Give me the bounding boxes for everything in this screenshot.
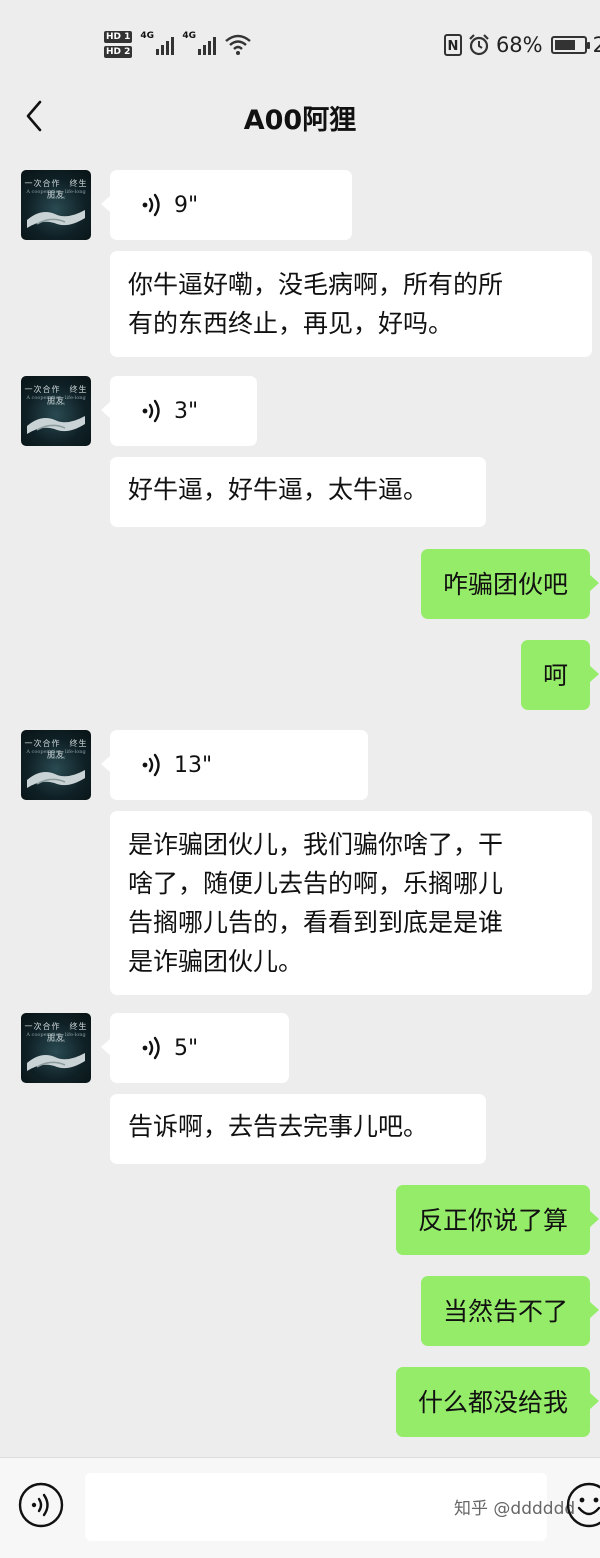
battery-percent: 68% — [495, 33, 543, 57]
my-text-message[interactable]: 当然告不了 — [420, 1276, 600, 1346]
status-right: N 68% 2 — [443, 30, 600, 60]
signal-icon-2: 4G — [182, 31, 217, 57]
voice-wave-icon — [142, 193, 160, 217]
voice-wave-icon — [142, 753, 160, 777]
contact-avatar[interactable]: 一次合作 终生朋友 A cooperation, life-long frien… — [21, 1013, 91, 1083]
message-line: 告诉啊，去告去完事儿吧。 — [128, 1112, 429, 1141]
message-line: 是诈骗团伙儿，我们骗你啥了，干 — [128, 830, 504, 859]
voice-duration: 13" — [174, 752, 213, 778]
my-text-message[interactable]: 咋骗团伙吧 — [420, 549, 600, 619]
clock: 2 — [592, 33, 600, 57]
text-message[interactable]: 好牛逼，好牛逼，太牛逼。 — [110, 457, 486, 527]
signal-icon: 4G — [140, 31, 175, 57]
my-text-message[interactable]: 呵 — [520, 640, 600, 710]
nfc-icon: N — [443, 34, 462, 56]
message-line: 啥了，随便儿去告的啊，乐搁哪儿 — [128, 869, 504, 898]
message-line: 是诈骗团伙儿。 — [128, 947, 304, 976]
input-bar: 知乎 @dddddd — [0, 1457, 600, 1558]
voice-toggle-icon[interactable] — [18, 1482, 64, 1528]
voice-message[interactable]: 13" — [101, 730, 368, 800]
voice-duration: 3" — [174, 398, 199, 424]
sim-indicators: HD 1 HD 2 — [104, 30, 133, 58]
alarm-icon — [469, 34, 489, 56]
text-message[interactable]: 你牛逼好嘞，没毛病啊，所有的所 有的东西终止，再见，好吗。 — [110, 251, 592, 357]
my-text-message[interactable]: 什么都没给我 — [395, 1367, 600, 1437]
sim1-badge: HD 1 — [104, 30, 133, 43]
message-line: 有的东西终止，再见，好吗。 — [128, 309, 454, 338]
voice-duration: 5" — [174, 1035, 199, 1061]
status-left: HD 1 HD 2 4G 4G — [104, 22, 252, 66]
wifi-icon — [225, 34, 252, 55]
message-line: 好牛逼，好牛逼，太牛逼。 — [128, 475, 429, 504]
contact-avatar[interactable]: 一次合作 终生朋友 A cooperation, life-long frien… — [21, 376, 91, 446]
voice-wave-icon — [142, 1036, 160, 1060]
message-line: 你牛逼好嘞，没毛病啊，所有的所 — [128, 270, 504, 299]
voice-wave-icon — [142, 399, 160, 423]
text-message[interactable]: 是诈骗团伙儿，我们骗你啥了，干 啥了，随便儿去告的啊，乐搁哪儿 告搁哪儿告的，看… — [110, 811, 592, 995]
watermark: 知乎 @dddddd — [454, 1499, 576, 1519]
text-message[interactable]: 告诉啊，去告去完事儿吧。 — [110, 1094, 486, 1164]
chat-title: A00阿狸 — [243, 105, 357, 136]
status-bar: HD 1 HD 2 4G 4G N 68% 2 — [0, 0, 600, 80]
voice-message[interactable]: 9" — [101, 170, 352, 240]
sim2-badge: HD 2 — [104, 45, 133, 58]
chat-header: A00阿狸 — [0, 80, 600, 152]
voice-message[interactable]: 5" — [101, 1013, 289, 1083]
message-line: 告搁哪儿告的，看看到到底是是谁 — [128, 908, 504, 937]
emoji-icon[interactable] — [566, 1482, 600, 1528]
my-text-message[interactable]: 反正你说了算 — [395, 1185, 600, 1255]
contact-avatar[interactable]: 一次合作 终生朋友 A cooperation, life-long frien… — [21, 170, 91, 240]
contact-avatar[interactable]: 一次合作 终生朋友 A cooperation, life-long frien… — [21, 730, 91, 800]
voice-duration: 9" — [174, 192, 199, 218]
battery-icon — [550, 36, 590, 54]
voice-message[interactable]: 3" — [101, 376, 257, 446]
